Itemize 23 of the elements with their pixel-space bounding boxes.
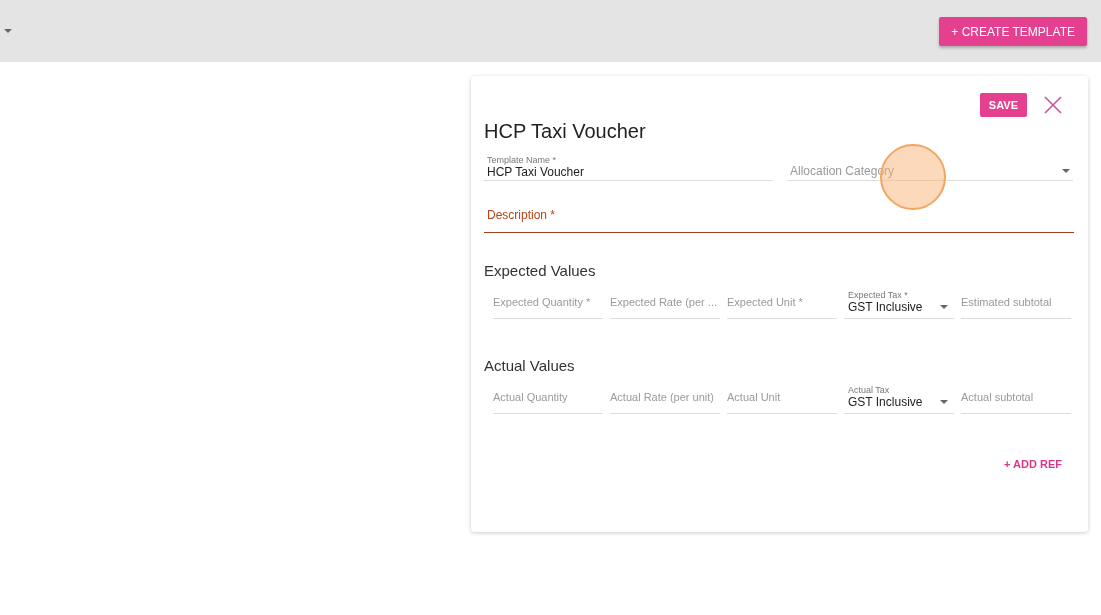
template-name-field[interactable]: Template Name * HCP Taxi Voucher <box>484 153 773 181</box>
input-field[interactable]: Actual Quantity <box>493 380 603 414</box>
input-field[interactable]: Actual Rate (per unit) <box>610 380 720 414</box>
section-heading: Expected Values <box>484 262 597 279</box>
close-icon[interactable] <box>1044 96 1062 114</box>
description-field[interactable]: Description * <box>484 197 1074 233</box>
caret-icon[interactable] <box>1062 169 1070 173</box>
caret-icon[interactable] <box>940 400 948 404</box>
input-field[interactable]: Actual Unit <box>727 380 837 414</box>
input-field[interactable]: Expected Quantity * <box>493 285 603 319</box>
caret-icon[interactable] <box>940 305 948 309</box>
input-field[interactable]: Actual subtotal <box>961 380 1071 414</box>
input-field[interactable]: Expected Unit * <box>727 285 837 319</box>
tax-dropdown[interactable]: Actual Tax GST Inclusive <box>844 378 954 414</box>
section-heading: Actual Values <box>484 357 576 374</box>
caret-icon[interactable] <box>4 29 12 33</box>
input-field[interactable]: Estimated subtotal <box>961 285 1071 319</box>
form-title: HCP Taxi Voucher <box>484 120 647 143</box>
create-template-button[interactable]: + CREATE TEMPLATE <box>939 16 1087 46</box>
tax-dropdown[interactable]: Expected Tax * GST Inclusive <box>844 283 954 319</box>
add-ref-button[interactable]: + ADD REF <box>1004 458 1062 470</box>
save-button[interactable]: SAVE <box>979 93 1027 117</box>
input-field[interactable]: Expected Rate (per ... <box>610 285 720 319</box>
